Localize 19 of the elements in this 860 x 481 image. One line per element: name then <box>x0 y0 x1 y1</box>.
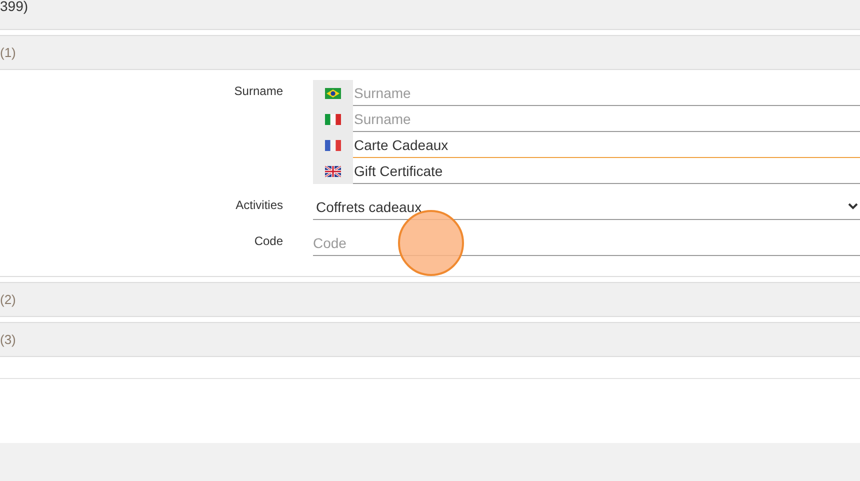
section-title: (1) <box>0 45 16 60</box>
flag-icon <box>325 140 341 150</box>
field-label: Activities <box>234 197 283 214</box>
input-field[interactable]: Surname <box>353 80 860 106</box>
input-field[interactable]: Surname <box>353 106 860 132</box>
input-field[interactable]: Gift Certificate <box>353 158 860 184</box>
field-label: Surname <box>233 83 283 100</box>
chevron-down-icon <box>848 203 858 210</box>
field-label: Code <box>253 233 283 250</box>
flag-icon <box>325 166 341 176</box>
input-field[interactable]: Carte Cadeaux <box>353 132 860 158</box>
flag-icon <box>325 88 341 98</box>
section-header[interactable]: (2) <box>0 282 860 317</box>
section-title: (3) <box>0 332 16 347</box>
top-bar-text: 399) <box>0 0 28 13</box>
flag-icon <box>325 114 341 124</box>
section-title: (2) <box>0 292 16 307</box>
section-header[interactable]: (3) <box>0 322 860 357</box>
section-header[interactable]: (1) <box>0 35 860 70</box>
